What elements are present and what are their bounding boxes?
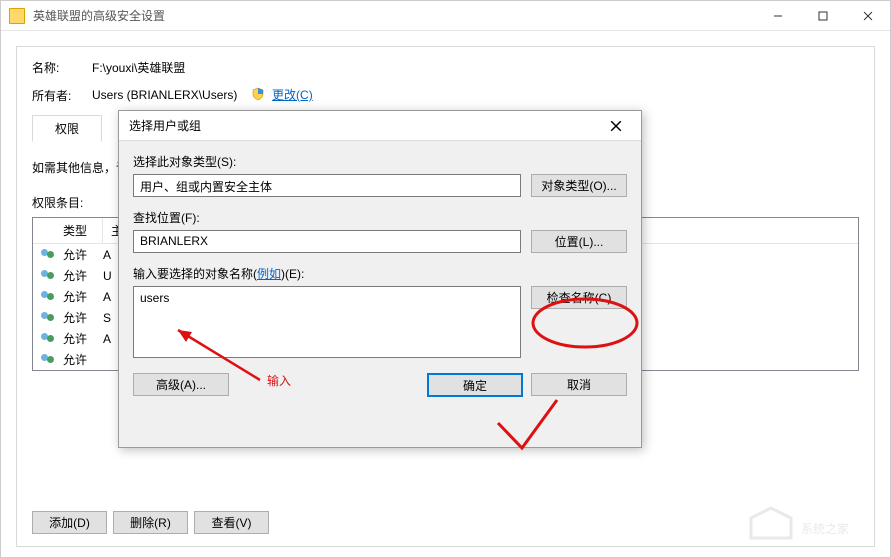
row-type: 允许 <box>63 309 87 326</box>
view-button[interactable]: 查看(V) <box>194 511 269 534</box>
maximize-button[interactable] <box>800 1 845 30</box>
object-type-label: 选择此对象类型(S): <box>133 153 627 170</box>
users-icon <box>41 270 57 282</box>
change-owner-link[interactable]: 更改(C) <box>272 88 313 102</box>
remove-button[interactable]: 删除(R) <box>113 511 188 534</box>
dialog-body: 选择此对象类型(S): 用户、组或内置安全主体 对象类型(O)... 查找位置(… <box>119 141 641 409</box>
users-icon <box>41 291 57 303</box>
row-type: 允许 <box>63 330 87 347</box>
row-type: 允许 <box>63 351 87 368</box>
row-type: 允许 <box>63 246 87 263</box>
users-icon <box>41 333 57 345</box>
name-row: 名称: F:\youxi\英雄联盟 <box>32 59 859 76</box>
location-field: BRIANLERX <box>133 230 521 253</box>
example-link[interactable]: 例如 <box>257 267 281 281</box>
name-value: F:\youxi\英雄联盟 <box>92 59 859 76</box>
owner-label: 所有者: <box>32 87 92 104</box>
add-button[interactable]: 添加(D) <box>32 511 107 534</box>
cancel-button[interactable]: 取消 <box>531 373 627 396</box>
dialog-footer: 高级(A)... 确定 取消 <box>133 373 627 397</box>
bottom-buttons: 添加(D) 删除(R) 查看(V) <box>32 511 269 534</box>
select-user-dialog: 选择用户或组 选择此对象类型(S): 用户、组或内置安全主体 对象类型(O)..… <box>118 110 642 448</box>
folder-icon <box>9 8 25 24</box>
users-icon <box>41 249 57 261</box>
object-type-field: 用户、组或内置安全主体 <box>133 174 521 197</box>
dialog-close-button[interactable] <box>601 115 631 137</box>
row-type: 允许 <box>63 267 87 284</box>
object-name-label: 输入要选择的对象名称(例如)(E): <box>133 265 627 282</box>
name-label: 名称: <box>32 59 92 76</box>
window-controls <box>755 1 890 30</box>
window-title: 英雄联盟的高级安全设置 <box>33 7 755 24</box>
location-label: 查找位置(F): <box>133 209 627 226</box>
users-icon <box>41 354 57 366</box>
ok-button[interactable]: 确定 <box>427 373 523 397</box>
advanced-button[interactable]: 高级(A)... <box>133 373 229 396</box>
check-names-button[interactable]: 检查名称(C) <box>531 286 627 309</box>
close-button[interactable] <box>845 1 890 30</box>
dialog-title: 选择用户或组 <box>129 117 601 134</box>
object-types-button[interactable]: 对象类型(O)... <box>531 174 627 197</box>
locations-button[interactable]: 位置(L)... <box>531 230 627 253</box>
owner-row: 所有者: Users (BRIANLERX\Users) 更改(C) <box>32 86 859 104</box>
object-name-input[interactable] <box>133 286 521 358</box>
shield-icon <box>251 87 265 104</box>
dialog-titlebar: 选择用户或组 <box>119 111 641 141</box>
col-type[interactable]: 类型 <box>33 218 103 243</box>
minimize-button[interactable] <box>755 1 800 30</box>
owner-value: Users (BRIANLERX\Users) 更改(C) <box>92 86 859 104</box>
row-type: 允许 <box>63 288 87 305</box>
titlebar: 英雄联盟的高级安全设置 <box>1 1 890 31</box>
object-name-label-suffix: )(E): <box>281 267 304 281</box>
users-icon <box>41 312 57 324</box>
owner-text: Users (BRIANLERX\Users) <box>92 88 237 102</box>
tab-permissions[interactable]: 权限 <box>32 115 102 142</box>
object-name-label-prefix: 输入要选择的对象名称( <box>133 267 257 281</box>
